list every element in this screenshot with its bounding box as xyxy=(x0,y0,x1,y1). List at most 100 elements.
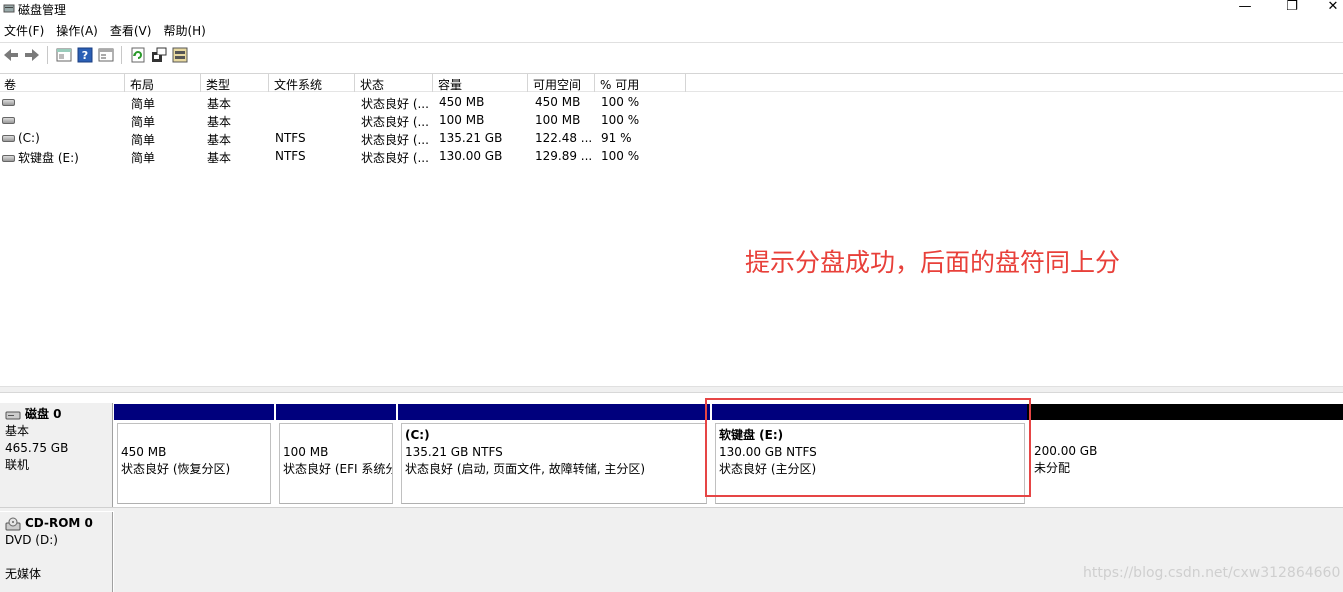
type-cell: 基本 xyxy=(207,115,232,129)
column-header-status[interactable]: 状态 xyxy=(356,74,433,92)
partition-unallocated[interactable]: 200.00 GB 未分配 xyxy=(1027,404,1343,504)
volume-row[interactable]: 简单 基本 状态良好 (... 450 MB 450 MB 100 % xyxy=(0,94,700,112)
toolbar-separator xyxy=(121,45,122,64)
type-cell: 基本 xyxy=(207,151,232,165)
properties-icon[interactable] xyxy=(54,45,74,65)
cdrom-0-spacer xyxy=(5,549,112,566)
watermark: https://blog.csdn.net/cxw312864660 xyxy=(1083,565,1341,581)
volume-name-cell xyxy=(2,113,124,127)
status-cell: 状态良好 (... xyxy=(361,151,429,165)
partition-body[interactable]: (C:) 135.21 GB NTFS 状态良好 (启动, 页面文件, 故障转储… xyxy=(401,423,707,504)
window-title: 磁盘管理 xyxy=(18,3,67,17)
layout-cell: 简单 xyxy=(131,115,156,129)
disk-0-type: 基本 xyxy=(5,424,30,438)
partition-name: (C:) xyxy=(405,428,430,442)
menu-file[interactable]: 文件(F) xyxy=(0,19,52,41)
highlight-box xyxy=(705,398,1031,497)
free-space-cell: 100 MB xyxy=(535,113,581,127)
volume-name-cell xyxy=(2,95,124,109)
partition-name xyxy=(1034,426,1340,443)
partition-size: 200.00 GB xyxy=(1034,444,1098,458)
partition-name xyxy=(121,427,270,444)
column-header-type[interactable]: 类型 xyxy=(202,74,269,92)
partition-status: 状态良好 (启动, 页面文件, 故障转储, 主分区) xyxy=(405,462,646,476)
disk-0-status: 联机 xyxy=(5,458,30,472)
column-header-capacity[interactable]: 容量 xyxy=(434,74,528,92)
back-icon[interactable] xyxy=(1,45,21,65)
type-cell: 基本 xyxy=(207,97,232,111)
drive-icon xyxy=(2,117,15,124)
annotation-text: 提示分盘成功，后面的盘符同上分 xyxy=(745,248,1121,277)
cdrom-0-drive: DVD (D:) xyxy=(5,533,58,547)
percent-free-cell: 100 % xyxy=(601,149,640,163)
layout-cell: 简单 xyxy=(131,133,156,147)
column-header-volume[interactable]: 卷 xyxy=(0,74,125,92)
percent-free-cell: 100 % xyxy=(601,113,640,127)
toolbar-separator xyxy=(47,45,48,64)
partition-size: 100 MB xyxy=(283,445,329,459)
drive-icon xyxy=(2,135,15,142)
menu-help[interactable]: 帮助(H) xyxy=(159,19,213,41)
partition-bar xyxy=(276,404,396,420)
column-header-layout[interactable]: 布局 xyxy=(126,74,201,92)
capacity-cell: 100 MB xyxy=(439,113,485,127)
partition-bar xyxy=(1027,404,1343,420)
disk-0-label[interactable]: 磁盘 0 基本 465.75 GB 联机 xyxy=(0,403,113,507)
volume-row[interactable]: 软键盘 (E:) 简单 基本 NTFS 状态良好 (... 130.00 GB … xyxy=(0,148,700,166)
cdrom-0-title: CD-ROM 0 xyxy=(5,515,112,532)
partition-bar xyxy=(398,404,710,420)
volume-row[interactable]: 简单 基本 状态良好 (... 100 MB 100 MB 100 % xyxy=(0,112,700,130)
capacity-cell: 130.00 GB xyxy=(439,149,503,163)
minimize-button[interactable]: — xyxy=(1230,0,1260,18)
restore-button[interactable]: ❐ xyxy=(1277,0,1307,18)
volume-row[interactable]: (C:) 简单 基本 NTFS 状态良好 (... 135.21 GB 122.… xyxy=(0,130,700,148)
partition-status: 未分配 xyxy=(1034,461,1071,475)
volume-name-cell: (C:) xyxy=(2,131,124,145)
free-space-cell: 122.48 ... xyxy=(535,131,593,145)
drive-icon xyxy=(2,155,15,162)
close-button[interactable]: ✕ xyxy=(1318,0,1343,18)
column-header-free-space[interactable]: 可用空间 xyxy=(529,74,595,92)
capacity-cell: 135.21 GB xyxy=(439,131,503,145)
percent-free-cell: 91 % xyxy=(601,131,632,145)
percent-free-cell: 100 % xyxy=(601,95,640,109)
status-cell: 状态良好 (... xyxy=(361,133,429,147)
refresh-icon[interactable] xyxy=(128,45,148,65)
menu-bar: 文件(F) 操作(A) 查看(V) 帮助(H) xyxy=(0,19,1343,41)
volume-name-cell: 软键盘 (E:) xyxy=(2,149,124,166)
column-header-filesystem[interactable]: 文件系统 xyxy=(270,74,355,92)
filesystem-cell: NTFS xyxy=(275,131,306,145)
settings-icon[interactable] xyxy=(149,45,169,65)
svg-text:?: ? xyxy=(82,49,88,62)
capacity-cell: 450 MB xyxy=(439,95,485,109)
partition-body[interactable]: 450 MB 状态良好 (恢复分区) xyxy=(117,423,271,504)
partition-recovery[interactable]: 450 MB 状态良好 (恢复分区) xyxy=(114,404,274,504)
partition-status: 状态良好 (恢复分区) xyxy=(121,462,231,476)
menu-view[interactable]: 查看(V) xyxy=(106,19,160,41)
column-header-percent-free[interactable]: % 可用 xyxy=(596,74,686,92)
partition-efi[interactable]: 100 MB 状态良好 (EFI 系统分 xyxy=(276,404,396,504)
free-space-cell: 450 MB xyxy=(535,95,581,109)
partition-status: 状态良好 (EFI 系统分 xyxy=(283,462,393,476)
drive-icon xyxy=(2,99,15,106)
cd-drive-icon xyxy=(5,517,21,530)
filesystem-cell: NTFS xyxy=(275,149,306,163)
partition-c[interactable]: (C:) 135.21 GB NTFS 状态良好 (启动, 页面文件, 故障转储… xyxy=(398,404,710,504)
free-space-cell: 129.89 ... xyxy=(535,149,593,163)
forward-icon[interactable] xyxy=(22,45,42,65)
status-cell: 状态良好 (... xyxy=(361,97,429,111)
layout-cell: 简单 xyxy=(131,151,156,165)
partition-body[interactable]: 100 MB 状态良好 (EFI 系统分 xyxy=(279,423,393,504)
menu-action[interactable]: 操作(A) xyxy=(52,19,106,41)
disk-0-size: 465.75 GB xyxy=(5,441,69,455)
disk-management-app-icon xyxy=(3,4,15,13)
layout-cell: 简单 xyxy=(131,97,156,111)
partition-bar xyxy=(114,404,274,420)
disk-0-title: 磁盘 0 xyxy=(5,406,112,423)
help-icon[interactable]: ? xyxy=(75,45,95,65)
title-bar: 磁盘管理 — ❐ ✕ xyxy=(0,0,1343,18)
cdrom-0-label[interactable]: CD-ROM 0 DVD (D:) 无媒体 xyxy=(0,512,113,592)
partition-body[interactable]: 200.00 GB 未分配 xyxy=(1031,423,1340,504)
disk-icon[interactable] xyxy=(170,45,190,65)
console-icon[interactable] xyxy=(96,45,116,65)
